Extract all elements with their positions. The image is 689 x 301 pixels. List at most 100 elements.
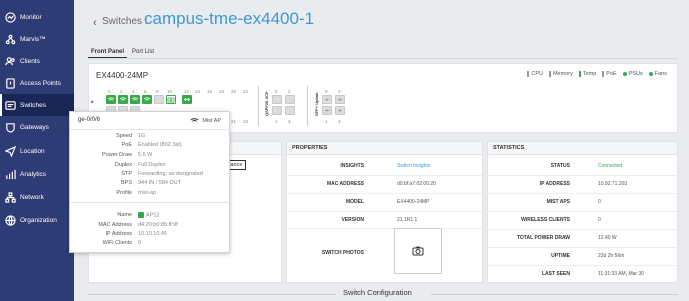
qsfp-port-1[interactable] bbox=[272, 106, 282, 115]
power-draw-value: 5.6 W bbox=[138, 152, 153, 158]
tab-port-list[interactable]: Port List bbox=[129, 47, 157, 58]
sidebar-item-label: Organization bbox=[20, 216, 57, 224]
bps-value: 944 IN / 584 OUT bbox=[138, 180, 182, 186]
port-number: 20 bbox=[231, 89, 237, 94]
tooltip-device-type: Mist AP bbox=[190, 117, 221, 124]
wifi-clients-label: WiFi Clients bbox=[102, 240, 132, 246]
breadcrumb[interactable]: Switches : bbox=[102, 16, 148, 27]
ap-mac-label: MAC Address bbox=[98, 222, 132, 228]
total-power-draw-label: TOTAL POWER DRAW bbox=[516, 235, 570, 241]
page-title[interactable]: campus-tme-ex4400-1 bbox=[144, 9, 314, 29]
sidebar-item-marvis[interactable]: Marvis™ bbox=[0, 28, 74, 50]
version-label: VERSION bbox=[341, 217, 364, 223]
sfp-port-3[interactable] bbox=[335, 106, 345, 115]
port-ge-0-0-2[interactable] bbox=[118, 95, 128, 104]
qsfp-number: 0 bbox=[275, 89, 278, 94]
poe-value: Enabled (802.3at) bbox=[138, 142, 182, 148]
switch-model: EX4400-24MP bbox=[96, 71, 149, 80]
sidebar-item-label: Marvis™ bbox=[20, 35, 46, 43]
sfp-number: 1 bbox=[325, 119, 328, 124]
port-number: 16 bbox=[207, 89, 213, 94]
switch-photos-label: SWITCH PHOTOS bbox=[321, 250, 364, 256]
port-number: 0 bbox=[108, 89, 111, 94]
sidebar-item-analytics[interactable]: Analytics bbox=[0, 163, 74, 185]
sidebar-item-monitor[interactable]: Monitor bbox=[0, 6, 74, 28]
port-ge-0-0-0[interactable] bbox=[106, 95, 116, 104]
wifi-icon bbox=[190, 118, 199, 124]
mac-address-label: MAC ADDRESS bbox=[326, 181, 364, 187]
port-ge-0-0-8[interactable] bbox=[154, 95, 164, 104]
port-ge-0-0-10[interactable] bbox=[166, 95, 176, 104]
qsfp-port-3[interactable] bbox=[285, 106, 295, 115]
wireless-clients-label: WIRELESS CLIENTS bbox=[521, 217, 570, 223]
speed-label: Speed bbox=[116, 133, 132, 139]
psus-status-dot-icon bbox=[622, 72, 627, 76]
sidebar-item-label: Location bbox=[20, 147, 45, 155]
profile-label: Profile bbox=[116, 190, 132, 196]
qsfp-number: 3 bbox=[288, 119, 291, 124]
qsfp-number: 2 bbox=[288, 89, 291, 94]
stp-label: STP bbox=[121, 171, 132, 177]
qsfp-number: 1 bbox=[275, 119, 278, 124]
sfp-port-1[interactable] bbox=[322, 106, 332, 115]
qsfp-port-2[interactable] bbox=[285, 95, 295, 104]
ap-icon bbox=[138, 212, 144, 218]
legend-cpu: CPU bbox=[527, 71, 543, 77]
uplink-icon bbox=[338, 109, 342, 112]
tooltip-header: ge-0/0/6 Mist AP bbox=[70, 112, 229, 130]
sfp-port-2[interactable] bbox=[335, 95, 345, 104]
sidebar-item-gateways[interactable]: Gateways bbox=[0, 116, 74, 138]
insights-label: INSIGHTS bbox=[340, 163, 364, 169]
sidebar: Monitor Marvis™ Clients Access Points Sw… bbox=[0, 0, 74, 301]
side-label: a bbox=[91, 99, 94, 104]
last-seen-value: 11:31:33 AM, Mar 30 bbox=[598, 271, 645, 277]
statistics-card: STATISTICS STATUS Connected IP ADDRESS 1… bbox=[487, 141, 678, 283]
sfp-number: 0 bbox=[325, 89, 328, 94]
sfp-port-0[interactable] bbox=[322, 95, 332, 104]
ap-name-value: AP12 bbox=[138, 212, 159, 218]
total-power-draw-value: 12.40 W bbox=[598, 235, 617, 241]
port-ge-0-0-12[interactable] bbox=[182, 95, 192, 104]
mac-address-value: d0:bf:a7:02:00:20 bbox=[397, 181, 436, 187]
uplink-icon bbox=[338, 98, 342, 101]
model-value: EX4400-24MP bbox=[397, 199, 430, 205]
legend-fans: Fans bbox=[648, 71, 667, 77]
properties-header: PROPERTIES bbox=[287, 142, 482, 155]
sidebar-item-network[interactable]: Network bbox=[0, 186, 74, 208]
sidebar-item-organization[interactable]: Organization bbox=[0, 209, 74, 231]
sidebar-item-switches[interactable]: Switches bbox=[0, 94, 74, 116]
qsfp-port-0[interactable] bbox=[272, 95, 282, 104]
duplex-label: Duplex bbox=[114, 162, 132, 168]
section-title: Switch Configuration bbox=[343, 288, 412, 297]
switch-insights-link[interactable]: Switch Insights bbox=[397, 163, 430, 169]
network-icon bbox=[4, 191, 16, 203]
port-number: 22 bbox=[243, 89, 249, 94]
properties-card: PROPERTIES INSIGHTS Switch Insights MAC … bbox=[286, 141, 483, 283]
tooltip-divider bbox=[70, 202, 229, 203]
sidebar-item-location[interactable]: Location bbox=[0, 140, 74, 162]
version-value: 21.1R1.1 bbox=[397, 217, 418, 223]
power-draw-label: Power Draw bbox=[102, 152, 132, 158]
legend-temp: Temp bbox=[578, 71, 596, 77]
sfp-number: 2 bbox=[338, 89, 341, 94]
sidebar-item-access-points[interactable]: Access Points bbox=[0, 72, 74, 94]
monitor-icon bbox=[4, 11, 16, 23]
tab-front-panel[interactable]: Front Panel bbox=[88, 47, 128, 58]
port-ge-0-0-6[interactable] bbox=[142, 95, 152, 104]
port-number: 10 bbox=[167, 89, 173, 94]
switch-photo-upload[interactable] bbox=[394, 228, 442, 274]
access-points-icon bbox=[4, 77, 16, 89]
tooltip-port-name: ge-0/0/6 bbox=[78, 117, 101, 123]
panel-divider bbox=[258, 86, 259, 126]
analytics-icon bbox=[4, 168, 16, 180]
port-ge-0-0-4[interactable] bbox=[130, 95, 140, 104]
sidebar-item-label: Switches bbox=[20, 101, 47, 109]
back-chevron-icon[interactable]: ‹ bbox=[93, 17, 97, 29]
profile-value: mist-ap bbox=[138, 190, 157, 196]
model-label: MODEL bbox=[345, 199, 364, 205]
location-icon bbox=[4, 145, 16, 157]
sidebar-item-clients[interactable]: Clients bbox=[0, 50, 74, 72]
wifi-icon bbox=[119, 97, 127, 103]
gateways-icon bbox=[4, 121, 16, 133]
ap-ip-value: 10.10.10.45 bbox=[138, 231, 168, 237]
